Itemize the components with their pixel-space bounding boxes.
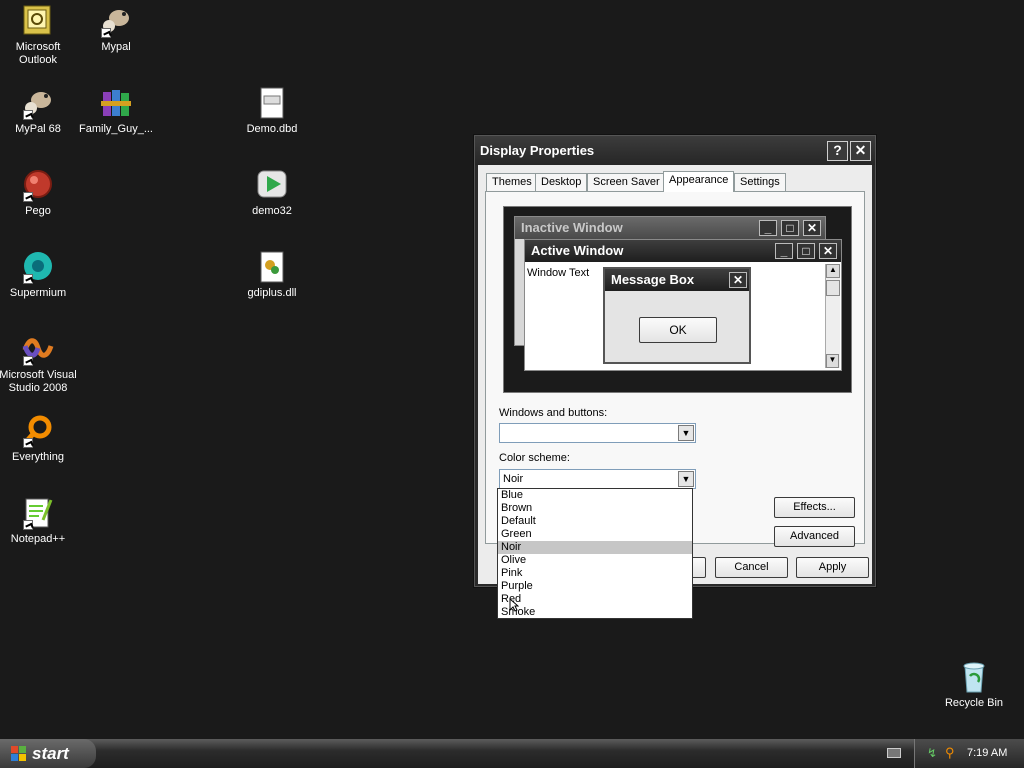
color-scheme-option[interactable]: Purple xyxy=(498,580,692,593)
preview-scrollbar: ▲ ▼ xyxy=(825,264,840,368)
color-scheme-dropdown-list: Blue Brown Default Green Noir Olive Pink… xyxy=(497,488,693,619)
desktop-icon-pego[interactable]: Pego xyxy=(0,168,78,218)
scroll-down-icon: ▼ xyxy=(826,354,839,368)
desktop-icon-label: Pego xyxy=(25,205,51,217)
preview-maximize-icon: □ xyxy=(781,220,799,236)
tab-desktop[interactable]: Desktop xyxy=(535,173,588,191)
pego-icon xyxy=(21,168,55,202)
color-scheme-option[interactable]: Pink xyxy=(498,567,692,580)
scroll-up-icon: ▲ xyxy=(826,264,840,278)
preview-message-box: Message Box ✕ OK xyxy=(603,267,751,364)
taskbar: start ↯ ⚲ 7:19 AM xyxy=(0,739,1024,768)
cancel-button[interactable]: Cancel xyxy=(715,557,788,578)
color-scheme-option[interactable]: Green xyxy=(498,528,692,541)
dialog-title-bar[interactable]: Display Properties ? ✕ xyxy=(475,136,875,165)
system-tray: ↯ ⚲ 7:19 AM xyxy=(914,739,1024,768)
chevron-down-icon[interactable]: ▼ xyxy=(678,425,694,441)
desktop-icon-label: Supermium xyxy=(9,287,67,299)
desktop-icon-label: Notepad++ xyxy=(10,533,66,545)
desktop-icon-visual-studio[interactable]: Microsoft Visual Studio 2008 xyxy=(0,332,78,395)
desktop-icon-outlook[interactable]: Microsoft Outlook xyxy=(0,4,78,67)
color-scheme-option[interactable]: Default xyxy=(498,515,692,528)
color-scheme-label: Color scheme: xyxy=(499,452,570,464)
color-scheme-value: Noir xyxy=(503,473,524,485)
desktop-icon-demo-dbd[interactable]: Demo.dbd xyxy=(232,86,312,136)
desktop-icon-supermium[interactable]: Supermium xyxy=(0,250,78,300)
close-button[interactable]: ✕ xyxy=(850,141,871,161)
preview-active-window: Active Window _ □ ✕ Window Text ▲ ▼ Mess… xyxy=(524,239,842,371)
desktop-icon-label: Family_Guy_... xyxy=(79,123,153,135)
desktop-icon-label: Everything xyxy=(12,451,64,463)
desktop-icon-label: Microsoft Visual Studio 2008 xyxy=(0,369,77,394)
preview-close-icon: ✕ xyxy=(819,243,837,259)
tab-screen-saver[interactable]: Screen Saver xyxy=(587,173,666,191)
desktop-icon-mypal68[interactable]: MyPal 68 xyxy=(0,86,78,136)
preview-maximize-icon: □ xyxy=(797,243,815,259)
color-scheme-select[interactable]: Noir ▼ xyxy=(499,469,696,489)
everything-search-icon xyxy=(21,414,55,448)
color-scheme-option[interactable]: Brown xyxy=(498,502,692,515)
windows-buttons-select[interactable]: ▼ xyxy=(499,423,696,443)
windows-buttons-label: Windows and buttons: xyxy=(499,407,608,419)
desktop-icon-label: gdiplus.dll xyxy=(247,287,297,299)
mypal-icon xyxy=(99,4,133,38)
desktop-icon-gdiplus[interactable]: gdiplus.dll xyxy=(232,250,312,300)
desktop-icon-label: Recycle Bin xyxy=(944,697,1004,709)
preview-ok-button: OK xyxy=(639,317,717,343)
tab-themes[interactable]: Themes xyxy=(486,173,538,191)
recycle-bin-icon xyxy=(957,660,991,694)
preview-active-title: Active Window xyxy=(531,243,624,258)
preview-close-icon: ✕ xyxy=(729,272,747,288)
color-scheme-option[interactable]: Red xyxy=(498,593,692,606)
desktop-icon-demo32[interactable]: demo32 xyxy=(232,168,312,218)
color-scheme-option-selected[interactable]: Noir xyxy=(498,541,692,554)
desktop-icon-label: Demo.dbd xyxy=(246,123,298,135)
apply-button[interactable]: Apply xyxy=(796,557,869,578)
preview-minimize-icon: _ xyxy=(759,220,777,236)
notepad-plus-plus-icon xyxy=(21,496,55,530)
preview-close-icon: ✕ xyxy=(803,220,821,236)
preview-window-text: Window Text xyxy=(527,267,590,279)
mypal-icon xyxy=(21,86,55,120)
outlook-icon xyxy=(21,4,55,38)
desktop-icon-label: Microsoft Outlook xyxy=(15,41,61,66)
document-icon xyxy=(255,86,289,120)
tab-appearance[interactable]: Appearance xyxy=(663,171,735,192)
preview-message-title: Message Box xyxy=(611,272,695,287)
desktop-icon-label: Mypal xyxy=(101,41,131,53)
visual-studio-icon xyxy=(21,332,55,366)
search-icon[interactable]: ⚲ xyxy=(945,745,955,761)
chevron-down-icon[interactable]: ▼ xyxy=(678,471,694,487)
play-icon xyxy=(255,168,289,202)
desktop-icon-recycle-bin[interactable]: Recycle Bin xyxy=(934,660,1014,710)
effects-button[interactable]: Effects... xyxy=(774,497,855,518)
start-button[interactable]: start xyxy=(0,739,96,768)
winrar-archive-icon xyxy=(99,86,133,120)
color-scheme-option[interactable]: Olive xyxy=(498,554,692,567)
dll-icon xyxy=(255,250,289,284)
desktop-icon-notepadpp[interactable]: Notepad++ xyxy=(0,496,78,546)
network-icon[interactable]: ↯ xyxy=(927,746,937,760)
desktop-icon-family-guy[interactable]: Family_Guy_... xyxy=(76,86,156,136)
start-label: start xyxy=(32,744,69,763)
color-scheme-option[interactable]: Blue xyxy=(498,489,692,502)
clock[interactable]: 7:19 AM xyxy=(967,747,1007,759)
desktop-icon-everything[interactable]: Everything xyxy=(0,414,78,464)
advanced-button[interactable]: Advanced xyxy=(774,526,855,547)
desktop-icon-label: demo32 xyxy=(252,205,292,217)
preview-inactive-title: Inactive Window xyxy=(521,220,623,235)
preview-minimize-icon: _ xyxy=(775,243,793,259)
help-button[interactable]: ? xyxy=(827,141,848,161)
mouse-cursor-icon xyxy=(509,597,520,615)
dialog-title: Display Properties xyxy=(480,143,595,158)
scroll-thumb xyxy=(826,280,840,296)
keyboard-icon[interactable] xyxy=(887,748,901,758)
tab-settings[interactable]: Settings xyxy=(734,173,786,191)
appearance-preview: Inactive Window _ □ ✕ Active Window _ □ … xyxy=(503,206,852,393)
desktop-icon-label: MyPal 68 xyxy=(15,123,61,135)
color-scheme-option[interactable]: Smoke xyxy=(498,606,692,619)
desktop-icon-mypal[interactable]: Mypal xyxy=(76,4,156,54)
supermium-icon xyxy=(21,250,55,284)
windows-logo-icon xyxy=(11,746,27,761)
